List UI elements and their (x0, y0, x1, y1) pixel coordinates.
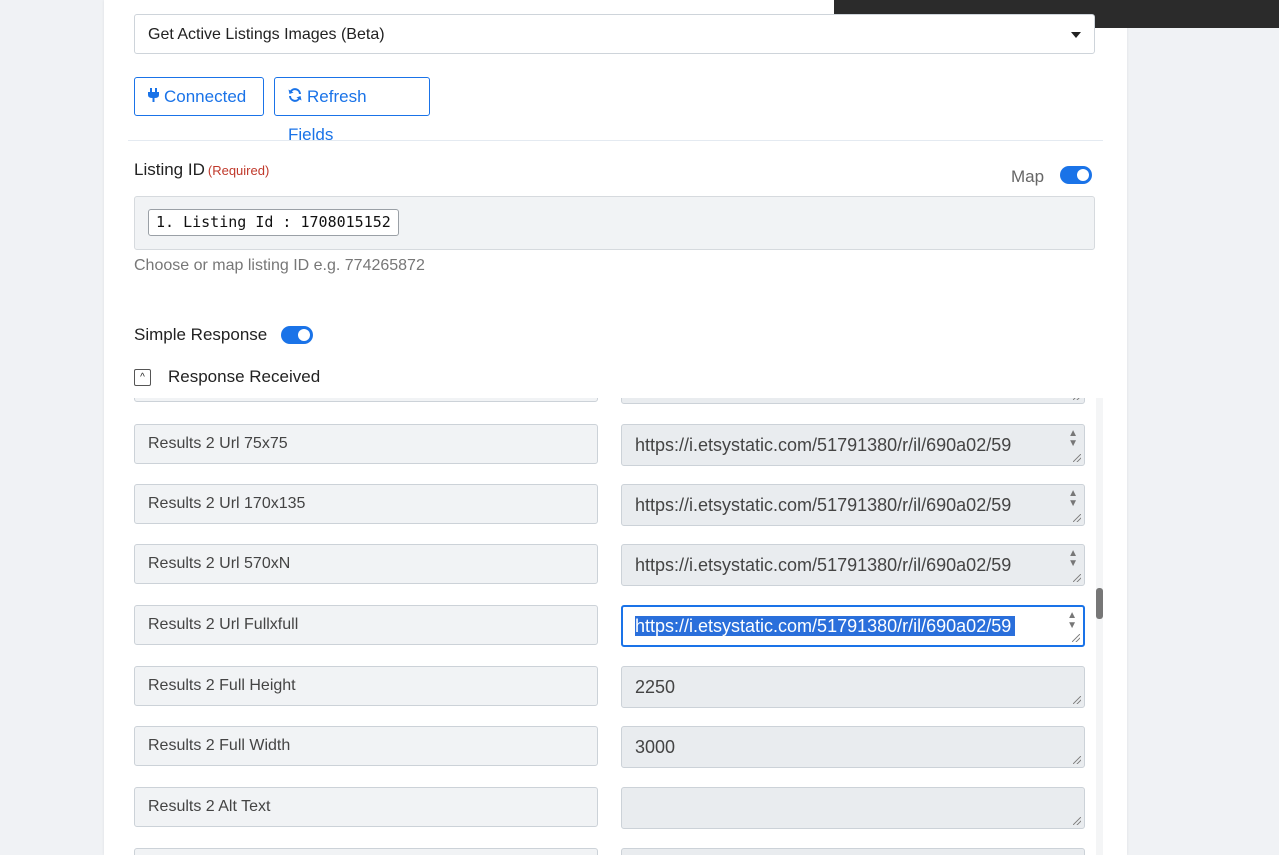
response-key-field (134, 398, 598, 402)
mapped-value-chip[interactable]: 1. Listing Id : 1708015152 (148, 209, 399, 236)
response-value-field-focused[interactable]: https://i.etsystatic.com/51791380/r/il/6… (621, 605, 1085, 647)
response-row: Results 2 Full Width 3000 (128, 726, 1103, 768)
refresh-icon (288, 79, 302, 116)
spinner-icon[interactable]: ▲ ▼ (1068, 549, 1078, 569)
response-key-field: Results 2 Url Fullxfull (134, 605, 598, 645)
simple-response-toggle[interactable] (281, 326, 313, 344)
required-tag: (Required) (207, 163, 270, 178)
resize-grip-icon[interactable] (1072, 634, 1080, 642)
connected-label: Connected (164, 87, 247, 106)
response-value-field[interactable]: 3000 (621, 726, 1085, 768)
response-row: Results 2 Url 570xN https://i.etsystatic… (128, 544, 1103, 586)
action-select[interactable]: Get Active Listings Images (Beta) (134, 14, 1095, 54)
response-value-field[interactable]: https://i.etsystatic.com/51791380/r/il/6… (621, 424, 1085, 466)
refresh-fields-button[interactable]: Refresh Fields (274, 77, 430, 144)
spinner-icon[interactable]: ▲ ▼ (1067, 611, 1077, 631)
response-row: Results 2 Full Height 2250 (128, 666, 1103, 708)
map-toggle[interactable] (1060, 166, 1092, 184)
response-value-field[interactable]: 2250 (621, 666, 1085, 708)
action-select-value: Get Active Listings Images (Beta) (148, 26, 385, 43)
chevron-up-icon[interactable]: ^ (134, 369, 151, 386)
listing-id-label: Listing ID (Required) (134, 160, 269, 180)
response-row: Results 2 Url Fullxfull https://i.etsyst… (128, 605, 1103, 647)
plug-icon (148, 79, 159, 116)
listing-id-label-text: Listing ID (134, 160, 205, 179)
response-key-field: Results 2 Url 170x135 (134, 484, 598, 524)
response-value-text: https://i.etsystatic.com/51791380/r/il/6… (635, 555, 1012, 575)
response-value-text: 3000 (635, 737, 676, 757)
spinner-icon[interactable]: ▲ ▼ (1068, 489, 1078, 509)
response-row: Results 2 Alt Text (128, 787, 1103, 829)
response-value-field[interactable] (621, 398, 1085, 404)
resize-grip-icon[interactable] (1073, 454, 1081, 462)
response-value-field[interactable] (621, 787, 1085, 829)
response-key-field: Results 2 Full Height (134, 666, 598, 706)
response-key-field: Results 2 Alt Text (134, 787, 598, 827)
response-key-field: Results 2 Url 570xN (134, 544, 598, 584)
response-key-field: Results 2 Url 75x75 (134, 424, 598, 464)
selected-value-text: https://i.etsystatic.com/51791380/r/il/6… (635, 616, 1016, 636)
scrollbar-thumb[interactable] (1096, 588, 1103, 619)
connected-button[interactable]: Connected (134, 77, 264, 116)
response-value-field[interactable]: https://i.etsystatic.com/51791380/r/il/6… (621, 544, 1085, 586)
response-row: Results 2 Url 75x75 https://i.etsystatic… (128, 424, 1103, 466)
response-key-field (134, 848, 598, 855)
spinner-icon[interactable]: ▲ ▼ (1068, 429, 1078, 449)
chevron-down-icon[interactable] (1071, 32, 1081, 38)
response-row (128, 848, 1103, 855)
resize-grip-icon[interactable] (1073, 696, 1081, 704)
response-row: Results 2 Url 170x135 https://i.etsystat… (128, 484, 1103, 526)
listing-id-hint: Choose or map listing ID e.g. 774265872 (134, 257, 425, 274)
response-key-field: Results 2 Full Width (134, 726, 598, 766)
response-value-text: 2250 (635, 677, 676, 697)
listing-id-field[interactable]: 1. Listing Id : 1708015152 (134, 196, 1095, 250)
response-value-field[interactable]: https://i.etsystatic.com/51791380/r/il/6… (621, 484, 1085, 526)
response-value-text: https://i.etsystatic.com/51791380/r/il/6… (635, 435, 1012, 455)
resize-grip-icon[interactable] (1073, 398, 1081, 400)
response-received-label: Response Received (168, 367, 321, 386)
map-label: Map (1011, 167, 1045, 186)
resize-grip-icon[interactable] (1073, 756, 1081, 764)
response-fields-list: Results 2 Url 75x75 https://i.etsystatic… (128, 398, 1103, 855)
section-divider (128, 140, 1103, 141)
response-scrollbar[interactable] (1096, 398, 1103, 855)
response-row (128, 398, 1103, 404)
simple-response-label: Simple Response (134, 325, 268, 344)
resize-grip-icon[interactable] (1073, 817, 1081, 825)
resize-grip-icon[interactable] (1073, 574, 1081, 582)
resize-grip-icon[interactable] (1073, 514, 1081, 522)
response-value-text: https://i.etsystatic.com/51791380/r/il/6… (635, 495, 1012, 515)
response-value-field[interactable] (621, 848, 1085, 855)
